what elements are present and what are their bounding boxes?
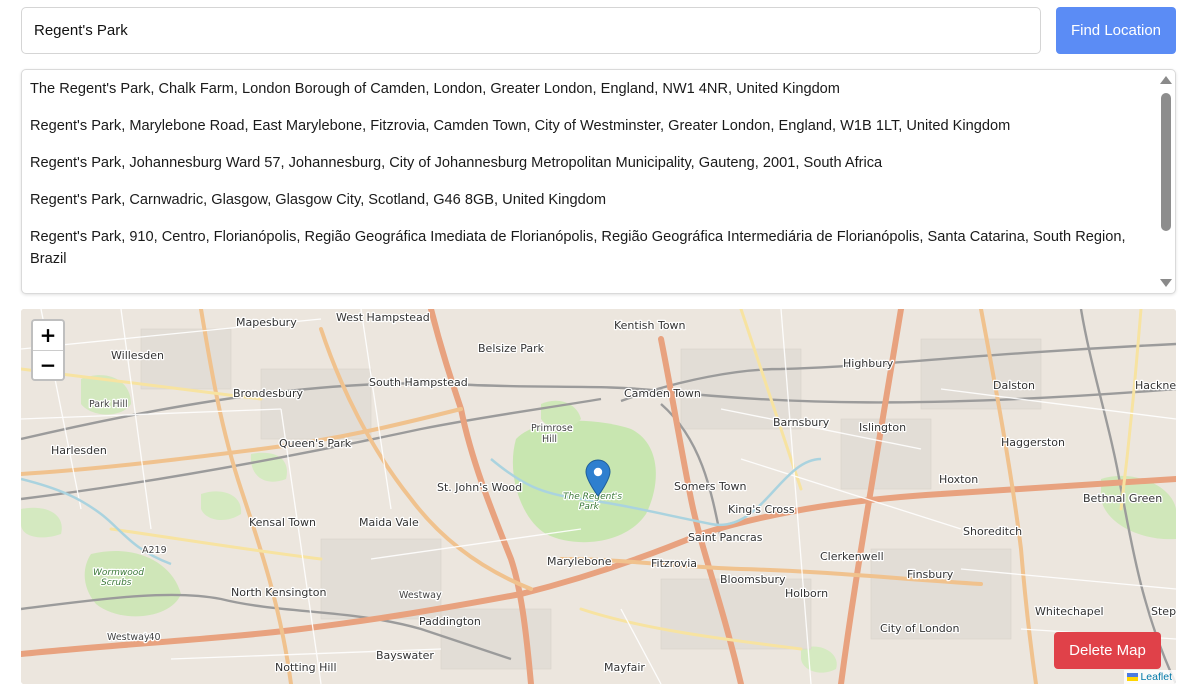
map-label: Belsize Park (478, 342, 545, 355)
ukraine-flag-icon (1127, 673, 1139, 681)
result-item[interactable]: Regent's Park, Carnwadric, Glasgow, Glas… (22, 181, 1157, 218)
map-label: King's Cross (728, 503, 795, 516)
map-label: The Regent's (563, 492, 622, 502)
map-label: Park (579, 502, 600, 512)
map-label: Bayswater (376, 649, 434, 662)
leaflet-link[interactable]: Leaflet (1140, 671, 1172, 683)
map-label: Kentish Town (614, 319, 686, 332)
map-label: Park Hill (89, 399, 128, 410)
map-label: North Kensington (231, 586, 326, 599)
road-label: Westway (399, 590, 442, 601)
result-item[interactable]: Regent's Park, Johannesburg Ward 57, Joh… (22, 144, 1157, 181)
map-label: Hoxton (939, 473, 978, 486)
map-label: Haggerston (1001, 436, 1065, 449)
map-label: South Hampstead (369, 376, 468, 389)
map-label: Primrose (531, 423, 573, 434)
result-item[interactable]: Regent's Park, 910, Centro, Florianópoli… (22, 218, 1157, 277)
map-label: Islington (859, 421, 906, 434)
map-label: Finsbury (907, 568, 954, 581)
map-label: Highbury (843, 357, 894, 370)
scroll-up-arrow-icon[interactable] (1160, 76, 1172, 84)
map-label: Mapesbury (236, 316, 297, 329)
search-input[interactable] (21, 7, 1041, 54)
results-list: The Regent's Park, Chalk Farm, London Bo… (22, 70, 1157, 293)
map-label: Willesden (111, 349, 164, 362)
search-row: Find Location (21, 7, 1176, 54)
map-label: Saint Pancras (688, 531, 763, 544)
result-item[interactable]: The Regent's Park, Chalk Farm, London Bo… (22, 70, 1157, 107)
scroll-thumb[interactable] (1161, 93, 1171, 231)
map-label: Step (1151, 605, 1176, 618)
map-label: Fitzrovia (651, 557, 697, 570)
map-label: Hill (542, 434, 557, 445)
delete-map-button[interactable]: Delete Map (1054, 632, 1161, 669)
map-label: Shoreditch (963, 525, 1022, 538)
map-label: City of London (880, 622, 960, 635)
zoom-out-button[interactable]: − (33, 351, 63, 379)
road-label: A219 (142, 545, 167, 556)
results-panel: The Regent's Park, Chalk Farm, London Bo… (21, 69, 1176, 294)
map-label: Notting Hill (275, 661, 337, 674)
map-label: Wormwood (93, 568, 144, 578)
map-label: Brondesbury (233, 387, 303, 400)
map-label: Dalston (993, 379, 1035, 392)
map-label: Camden Town (624, 387, 701, 400)
map-tiles[interactable]: Mapesbury West Hampstead Kentish Town Be… (21, 309, 1176, 684)
map-label: Somers Town (674, 480, 747, 493)
scroll-down-arrow-icon[interactable] (1160, 279, 1172, 287)
zoom-in-button[interactable]: + (33, 321, 63, 351)
map-label: West Hampstead (336, 311, 430, 324)
map-label: Scrubs (101, 578, 132, 588)
find-location-button[interactable]: Find Location (1056, 7, 1176, 54)
map-container[interactable]: Mapesbury West Hampstead Kentish Town Be… (21, 309, 1176, 684)
map-label: Hackne (1135, 379, 1176, 392)
map-label: Marylebone (547, 555, 612, 568)
result-item[interactable]: Regent's Park, Marylebone Road, East Mar… (22, 107, 1157, 144)
map-label: Kensal Town (249, 516, 316, 529)
map-label: Barnsbury (773, 416, 830, 429)
map-label: Holborn (785, 587, 828, 600)
results-scrollbar[interactable] (1159, 72, 1173, 291)
map-label: Queen's Park (279, 437, 352, 450)
map-label: Maida Vale (359, 516, 419, 529)
map-label: Bloomsbury (720, 573, 786, 586)
zoom-control: + − (31, 319, 65, 381)
map-label: Bethnal Green (1083, 492, 1162, 505)
map-label: Harlesden (51, 444, 107, 457)
map-attribution: Leaflet (1124, 670, 1176, 684)
map-label: Paddington (419, 615, 481, 628)
map-label: Whitechapel (1035, 605, 1104, 618)
map-label: Mayfair (604, 661, 645, 674)
regents-park-area (512, 420, 656, 543)
map-label: Clerkenwell (820, 550, 884, 563)
map-label: St. John's Wood (437, 481, 522, 494)
road-label: Westway (107, 632, 150, 643)
